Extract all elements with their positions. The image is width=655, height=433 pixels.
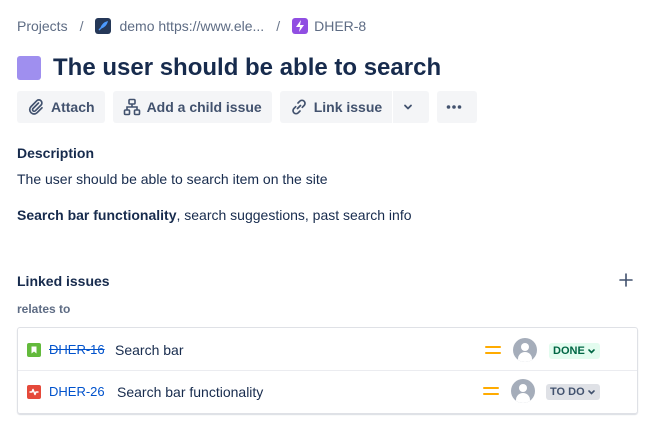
description-bold-text: Search bar functionality <box>17 207 177 223</box>
chevron-down-icon <box>587 389 595 395</box>
hierarchy-icon <box>123 98 140 116</box>
linked-issue-row[interactable]: DHER-16 Search bar DONE <box>18 329 637 371</box>
add-child-issue-button[interactable]: Add a child issue <box>112 91 272 123</box>
description-line-2[interactable]: Search bar functionality, search suggest… <box>17 207 412 223</box>
description-rest-text: , search suggestions, past search info <box>176 207 412 223</box>
epic-lightning-icon <box>292 18 309 34</box>
linked-issues-heading: Linked issues <box>17 273 110 289</box>
assignee-avatar[interactable] <box>513 338 537 362</box>
bug-icon <box>27 385 41 399</box>
attach-label: Attach <box>51 99 95 115</box>
link-icon <box>291 99 306 115</box>
link-issue-label: Link issue <box>313 99 383 115</box>
link-issue-dropdown-button[interactable] <box>393 91 430 123</box>
status-label: TO DO <box>550 386 585 398</box>
breadcrumb-project-link[interactable]: demo https://www.ele... <box>119 18 264 34</box>
status-dropdown[interactable]: DONE <box>549 343 600 359</box>
issue-header: The user should be able to search <box>17 54 441 82</box>
breadcrumb-separator: / <box>79 18 84 34</box>
priority-medium-icon <box>483 387 499 397</box>
story-icon <box>27 343 41 357</box>
issue-toolbar: Attach Add a child issue Link issue <box>17 91 485 123</box>
project-rocket-icon <box>95 18 112 34</box>
paperclip-icon <box>28 99 43 115</box>
description-heading: Description <box>17 145 95 161</box>
breadcrumb-epic-link[interactable]: DHER-8 <box>314 18 366 34</box>
breadcrumb-separator: / <box>276 18 281 34</box>
add-linked-issue-button[interactable] <box>617 271 635 289</box>
chevron-down-icon <box>404 104 413 110</box>
linked-issues-list: DHER-16 Search bar DONE DHER-26 Search b… <box>17 327 638 414</box>
chevron-down-icon <box>587 348 595 354</box>
attach-button[interactable]: Attach <box>17 91 105 123</box>
description-line-1[interactable]: The user should be able to search item o… <box>17 171 328 187</box>
add-child-issue-label: Add a child issue <box>146 99 262 115</box>
more-actions-button[interactable] <box>437 91 478 123</box>
assignee-avatar[interactable] <box>511 379 535 403</box>
epic-color-swatch[interactable] <box>17 56 41 80</box>
linked-issue-key[interactable]: DHER-16 <box>49 342 105 357</box>
linked-issue-summary[interactable]: Search bar <box>115 342 183 358</box>
linked-issue-summary[interactable]: Search bar functionality <box>117 384 263 400</box>
status-label: DONE <box>553 345 585 357</box>
link-issue-button[interactable]: Link issue <box>279 91 393 123</box>
status-dropdown[interactable]: TO DO <box>546 384 600 400</box>
plus-icon <box>619 273 633 287</box>
more-icon <box>446 105 462 109</box>
breadcrumb-projects-link[interactable]: Projects <box>17 18 68 34</box>
relation-type-label: relates to <box>17 302 71 316</box>
issue-title[interactable]: The user should be able to search <box>53 54 441 82</box>
breadcrumb: Projects / demo https://www.ele... / DHE… <box>17 16 366 36</box>
priority-medium-icon <box>485 346 501 356</box>
linked-issue-row[interactable]: DHER-26 Search bar functionality TO DO <box>18 371 637 413</box>
linked-issue-key[interactable]: DHER-26 <box>49 384 105 399</box>
